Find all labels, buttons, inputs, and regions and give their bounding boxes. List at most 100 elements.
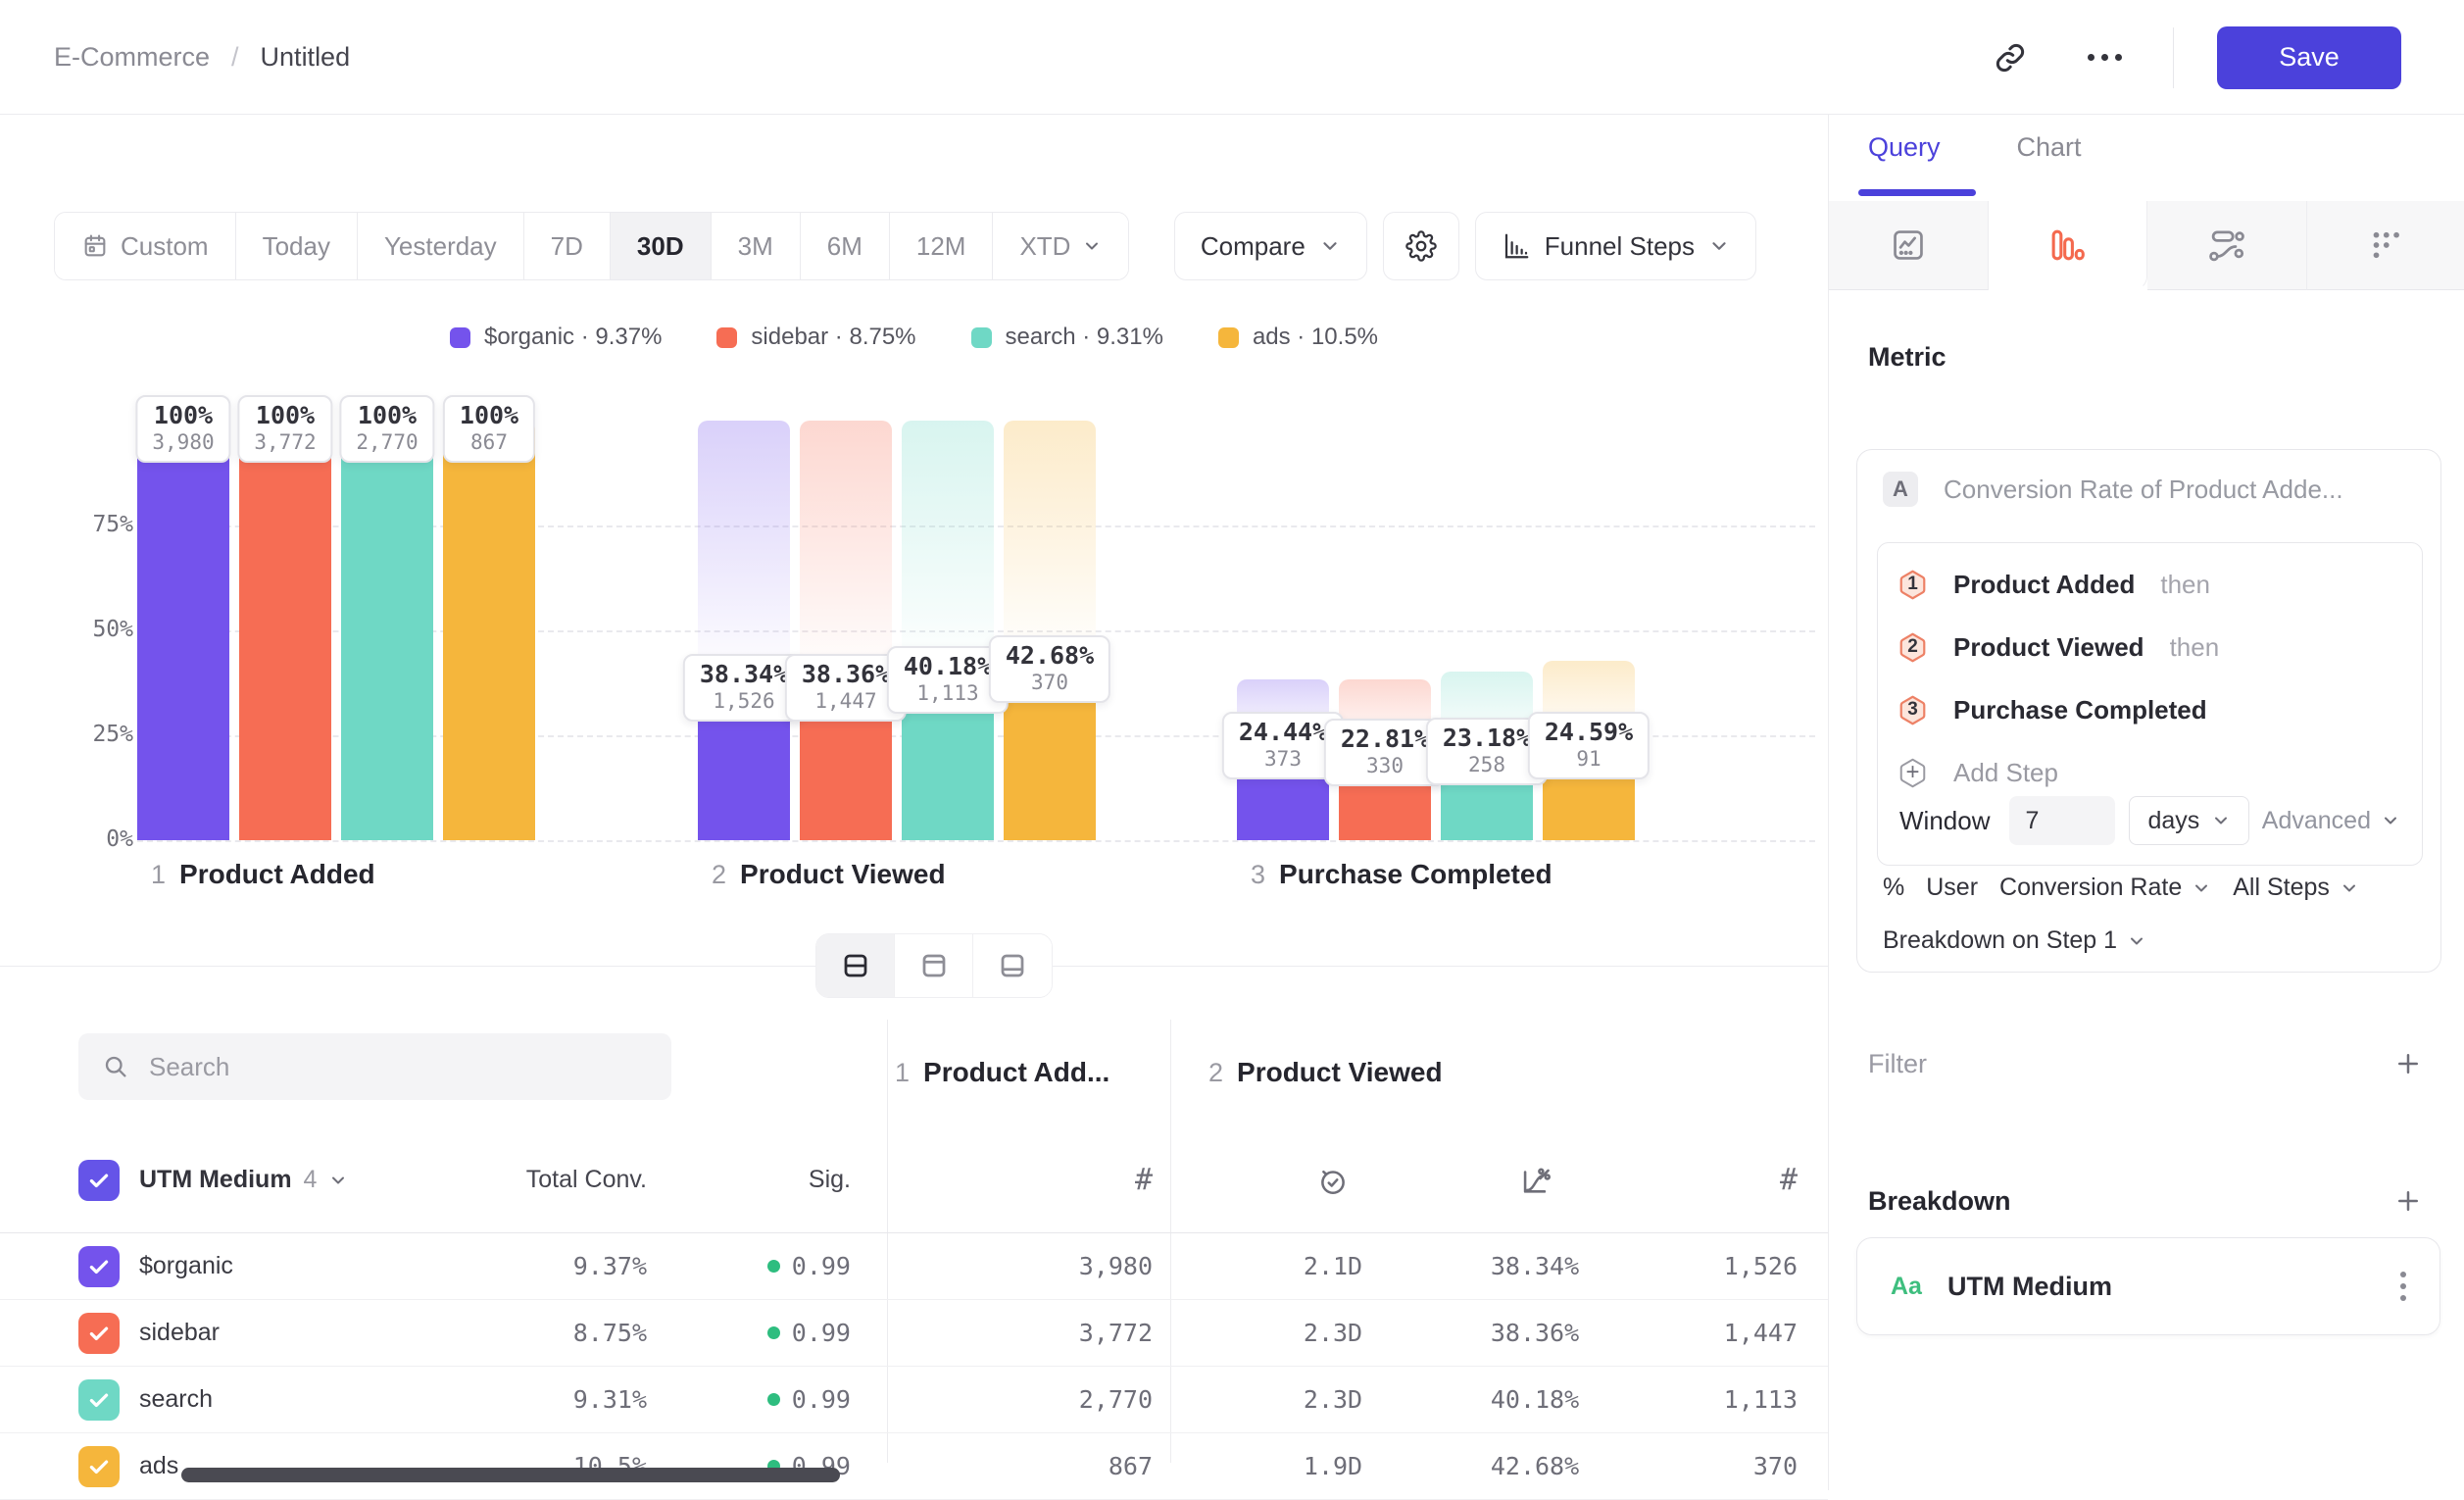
step-event-name: Product Added <box>1953 570 2135 600</box>
sig-column-header[interactable]: Sig. <box>809 1166 851 1194</box>
funnel-bar-sidebar-step1[interactable] <box>239 421 331 840</box>
layout-table-only-button[interactable] <box>973 934 1052 997</box>
table-search[interactable] <box>78 1033 671 1100</box>
report-type-insights[interactable] <box>1829 201 1989 290</box>
bottom-layout-icon <box>998 951 1027 980</box>
range-button-30d[interactable]: 30D <box>611 213 712 279</box>
tab-query[interactable]: Query <box>1868 132 1941 180</box>
range-button-xtd[interactable]: XTD <box>993 213 1128 279</box>
window-value-input[interactable] <box>2009 796 2115 845</box>
add-filter-button[interactable] <box>2393 1049 2423 1078</box>
layout-chart-only-button[interactable] <box>895 934 973 997</box>
row-checkbox[interactable] <box>78 1379 120 1421</box>
legend-label: ads · 10.5% <box>1253 324 1378 351</box>
row-sig-value: 0.99 <box>792 1252 851 1280</box>
range-button-6m[interactable]: 6M <box>801 213 890 279</box>
bar-value-label: 100%3,980 <box>135 395 230 463</box>
horizontal-scrollbar[interactable] <box>181 1468 840 1482</box>
advanced-toggle[interactable]: Advanced <box>2262 807 2400 835</box>
chart-settings-button[interactable] <box>1383 212 1459 280</box>
measure-entity[interactable]: User <box>1926 874 1978 902</box>
avg-time-column-icon[interactable] <box>1316 1164 1350 1197</box>
funnel-bar-search-step1[interactable] <box>341 421 433 840</box>
layout-split-button[interactable] <box>816 934 895 997</box>
search-icon <box>102 1053 129 1080</box>
row-checkbox[interactable] <box>78 1246 120 1287</box>
row-checkbox[interactable] <box>78 1313 120 1354</box>
breakdown-on-step-select[interactable]: Breakdown on Step 1 <box>1883 926 2146 955</box>
range-button-7d[interactable]: 7D <box>524 213 611 279</box>
legend-swatch <box>1218 327 1239 348</box>
range-button-3m[interactable]: 3M <box>712 213 801 279</box>
bar-value-label: 100%3,772 <box>237 395 332 463</box>
row-step2-uniques: 1,447 <box>1724 1319 1798 1347</box>
measure-metric-select[interactable]: Conversion Rate <box>1999 874 2211 902</box>
search-input[interactable] <box>149 1052 619 1082</box>
row-step1-uniques: 3,772 <box>1079 1319 1153 1347</box>
gridline <box>137 840 1815 842</box>
metric-letter-badge: A <box>1883 472 1918 507</box>
table-group-header-step1[interactable]: 1Product Add... <box>895 1057 1109 1088</box>
add-breakdown-button[interactable] <box>2393 1186 2423 1216</box>
legend-item-organic[interactable]: $organic · 9.37% <box>450 324 662 351</box>
bar-value-label: 42.68%370 <box>989 635 1110 703</box>
funnel-bar-organic-step1[interactable] <box>137 421 229 840</box>
range-button-custom[interactable]: Custom <box>55 213 236 279</box>
range-button-yesterday[interactable]: Yesterday <box>358 213 524 279</box>
compare-button[interactable]: Compare <box>1174 212 1367 280</box>
measure-scope-select[interactable]: All Steps <box>2233 874 2359 902</box>
chevron-down-icon <box>1319 235 1341 257</box>
string-type-icon: Aa <box>1891 1273 1922 1301</box>
breadcrumb-project[interactable]: E-Commerce <box>54 42 210 73</box>
y-axis-tick: 25% <box>59 722 133 747</box>
filter-section-heading: Filter <box>1868 1049 1927 1079</box>
metric-name[interactable]: Conversion Rate of Product Adde... <box>1944 475 2343 505</box>
row-step1-uniques: 2,770 <box>1079 1385 1153 1414</box>
funnel-bars-icon <box>2047 226 2087 264</box>
chevron-down-icon <box>2211 811 2231 830</box>
report-type-funnels[interactable] <box>1989 201 2148 290</box>
report-type-flows[interactable] <box>2147 201 2307 290</box>
chart-type-selector[interactable]: Funnel Steps <box>1475 212 1756 280</box>
breakdown-property-card[interactable]: Aa UTM Medium <box>1856 1237 2440 1335</box>
share-link-button[interactable] <box>1985 32 2036 83</box>
more-actions-button[interactable] <box>2079 32 2130 83</box>
funnel-ghost-bar <box>902 421 994 672</box>
measure-symbol[interactable]: % <box>1883 874 1904 902</box>
legend-swatch <box>971 327 992 348</box>
legend-item-ads[interactable]: ads · 10.5% <box>1218 324 1378 351</box>
query-step-3[interactable]: 3Purchase Completed <box>1897 680 2207 739</box>
breadcrumb: E-Commerce / Untitled <box>54 0 350 115</box>
step-event-name: Purchase Completed <box>1953 695 2207 725</box>
funnel-bar-ads-step1[interactable] <box>443 421 535 840</box>
conversion-column-icon[interactable] <box>1518 1164 1552 1197</box>
kebab-menu-icon[interactable] <box>2400 1272 2406 1301</box>
row-breakdown-value[interactable]: sidebar <box>139 1319 220 1347</box>
breadcrumb-report-title[interactable]: Untitled <box>261 42 351 73</box>
select-all-checkbox[interactable] <box>78 1160 120 1201</box>
query-step-2[interactable]: 2Product Viewedthen <box>1897 618 2219 676</box>
range-button-12m[interactable]: 12M <box>890 213 994 279</box>
legend-label: search · 9.31% <box>1006 324 1163 351</box>
save-button[interactable]: Save <box>2217 26 2401 89</box>
row-breakdown-value[interactable]: search <box>139 1385 213 1414</box>
report-type-more[interactable] <box>2307 201 2464 290</box>
uniques-column-icon[interactable]: # <box>1135 1163 1153 1197</box>
chevron-down-icon <box>2127 931 2146 951</box>
legend-item-sidebar[interactable]: sidebar · 8.75% <box>716 324 915 351</box>
legend-item-search[interactable]: search · 9.31% <box>971 324 1163 351</box>
chart-legend: $organic · 9.37% sidebar · 8.75% search · … <box>0 324 1828 351</box>
query-step-1[interactable]: 1Product Addedthen <box>1897 555 2210 614</box>
row-breakdown-value[interactable]: ads <box>139 1452 178 1480</box>
grid-dots-icon <box>2367 226 2404 264</box>
breakdown-column-header[interactable]: UTM Medium 4 <box>139 1166 348 1194</box>
window-unit-select[interactable]: days <box>2129 796 2249 845</box>
breakdown-section-heading: Breakdown <box>1868 1186 2011 1217</box>
row-checkbox[interactable] <box>78 1446 120 1487</box>
add-step-button[interactable]: + Add Step <box>1897 743 2058 802</box>
tab-chart[interactable]: Chart <box>2017 132 2082 180</box>
range-button-today[interactable]: Today <box>236 213 358 279</box>
row-breakdown-value[interactable]: $organic <box>139 1252 233 1280</box>
uniques-column-icon[interactable]: # <box>1780 1163 1798 1197</box>
table-group-header-step2[interactable]: 2Product Viewed <box>1208 1057 1443 1088</box>
